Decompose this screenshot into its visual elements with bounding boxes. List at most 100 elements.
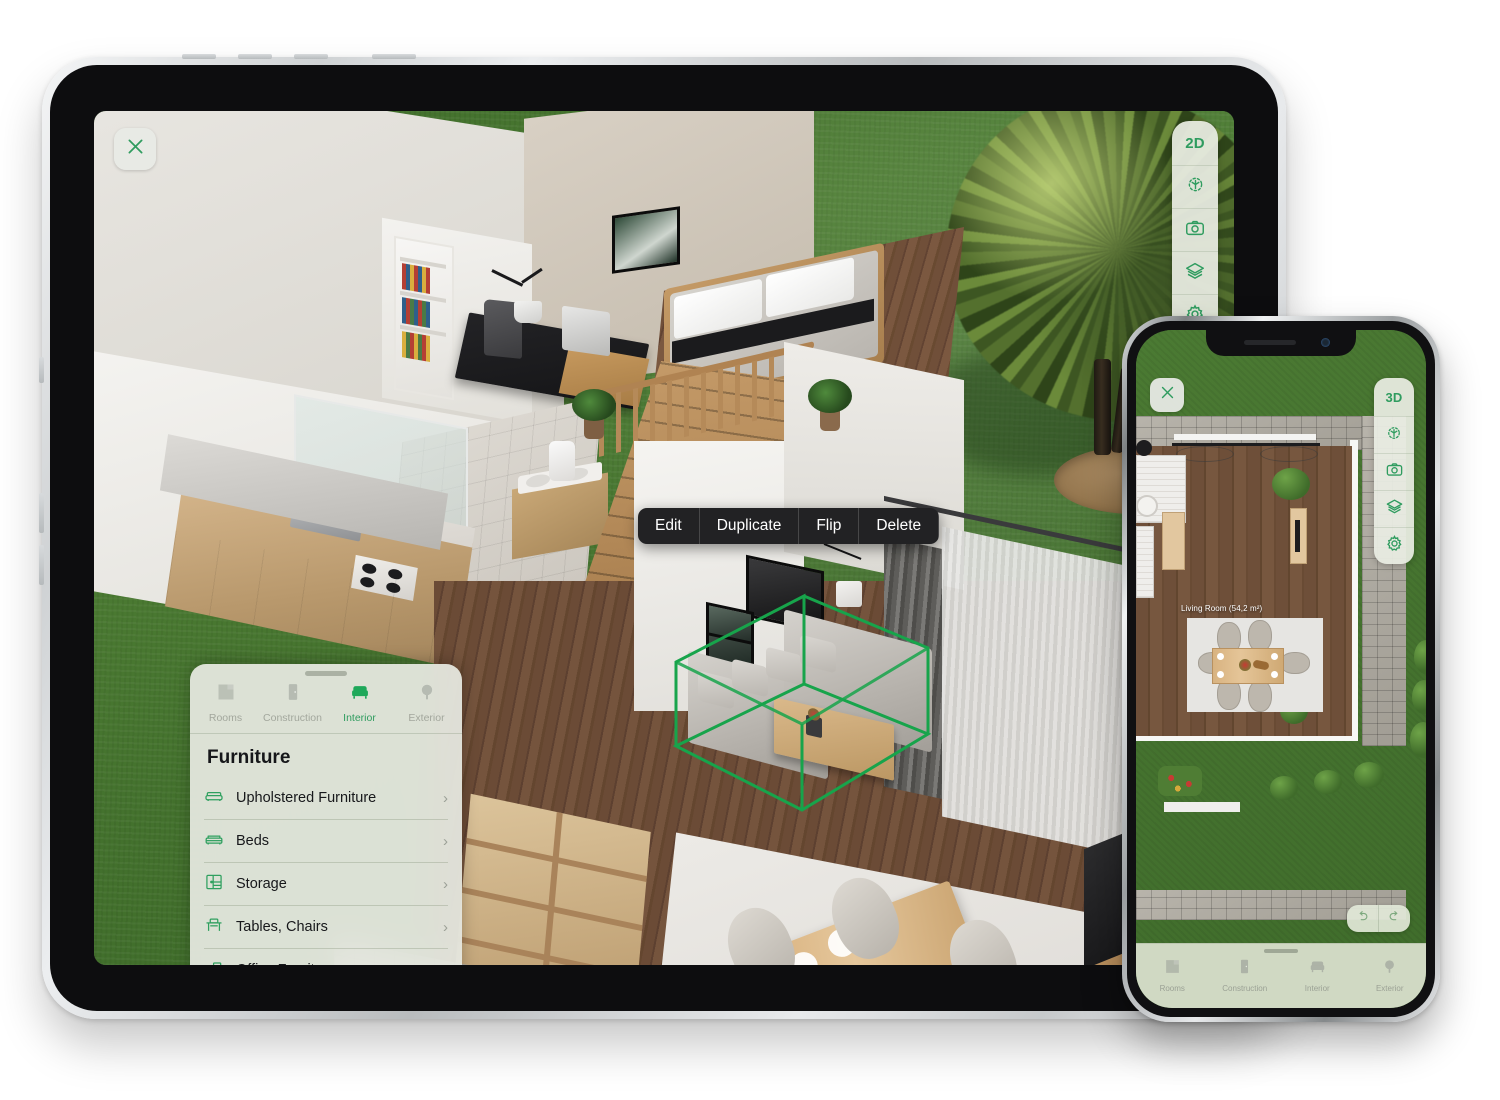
tablet-right-toolbar[interactable]: 2D xyxy=(1172,121,1218,337)
orbit-icon xyxy=(1385,424,1403,447)
context-menu-item-duplicate[interactable]: Duplicate xyxy=(700,508,800,544)
tablet-screen: 2D Edit Duplicate Flip Delete Rooms Cons… xyxy=(94,111,1234,965)
scene-3d-viewport[interactable]: 2D Edit Duplicate Flip Delete Rooms Cons… xyxy=(94,111,1234,965)
potted-plant-stairs[interactable] xyxy=(572,389,616,439)
plan-chair[interactable] xyxy=(1280,652,1310,674)
object-context-menu[interactable]: Edit Duplicate Flip Delete xyxy=(638,508,940,544)
object-library-sheet[interactable]: Rooms Construction Interior Exterior Fur… xyxy=(190,664,462,965)
undo-icon xyxy=(1355,909,1370,929)
view-mode-label: 3D xyxy=(1385,389,1403,405)
plan-circle-fixture xyxy=(1136,495,1158,517)
tool-orbit[interactable] xyxy=(1172,166,1218,209)
sofa-icon xyxy=(204,786,224,811)
chevron-right-icon: › xyxy=(443,789,448,807)
plan-tv[interactable] xyxy=(1295,520,1300,552)
bed-icon xyxy=(204,829,224,854)
redo-button[interactable] xyxy=(1379,905,1410,932)
desk-lamp[interactable] xyxy=(491,267,544,327)
context-menu-item-flip[interactable]: Flip xyxy=(799,508,860,544)
floor-lamp[interactable] xyxy=(822,541,874,607)
plan-plant-top[interactable] xyxy=(1272,468,1310,500)
tool-view-mode-2d[interactable]: 2D xyxy=(1172,121,1218,166)
plan-fan-fixture xyxy=(1136,440,1152,456)
tab-interior[interactable]: Interior xyxy=(326,682,393,724)
tabbar-item-exterior[interactable]: Exterior xyxy=(1354,958,1427,993)
phone-device: Living Room (54,2 m²) 3D Rooms Construct… xyxy=(1122,316,1440,1022)
list-item-label: Storage xyxy=(236,876,287,892)
tab-rooms[interactable]: Rooms xyxy=(192,682,259,724)
tabbar-item-interior[interactable]: Interior xyxy=(1281,958,1354,993)
phone-tabbar[interactable]: Rooms Construction Interior Exterior xyxy=(1136,943,1426,1008)
context-menu-item-edit[interactable]: Edit xyxy=(638,508,700,544)
potted-plant-balcony[interactable] xyxy=(806,379,852,431)
phone-right-toolbar[interactable]: 3D xyxy=(1374,378,1414,564)
list-item-label: Tables, Chairs xyxy=(236,919,328,935)
phone-notch xyxy=(1206,330,1356,356)
bookshelf[interactable] xyxy=(394,235,454,401)
plan-garden-bush xyxy=(1314,770,1342,794)
phone-close-button[interactable] xyxy=(1150,378,1184,412)
plan-window-top xyxy=(1174,434,1316,440)
plan-stairs-lower xyxy=(1136,526,1154,598)
view-mode-label: 2D xyxy=(1185,134,1205,152)
tool-camera[interactable] xyxy=(1374,454,1414,491)
history-controls[interactable] xyxy=(1347,905,1410,932)
table-chair-icon xyxy=(204,915,224,940)
tab-exterior[interactable]: Exterior xyxy=(393,682,460,724)
tab-construction[interactable]: Construction xyxy=(259,682,326,724)
layers-icon xyxy=(1385,497,1404,521)
undo-button[interactable] xyxy=(1347,905,1379,932)
tool-layers[interactable] xyxy=(1172,252,1218,295)
front-camera xyxy=(1321,338,1330,347)
tabbar-item-rooms[interactable]: Rooms xyxy=(1136,958,1209,993)
list-item-label: Office Furniture xyxy=(236,962,431,965)
library-category-tabs[interactable]: Rooms Construction Interior Exterior xyxy=(190,676,462,734)
armchair-icon xyxy=(350,682,370,707)
tablet-volume-up-button xyxy=(39,493,44,533)
earpiece-speaker xyxy=(1244,340,1296,345)
library-item-list[interactable]: Upholstered Furniture › Beds › Storage ›… xyxy=(190,777,462,965)
list-item-beds[interactable]: Beds › xyxy=(204,819,448,862)
tabbar-item-construction[interactable]: Construction xyxy=(1209,958,1282,993)
chevron-right-icon: › xyxy=(443,832,448,850)
plan-chair[interactable] xyxy=(1248,680,1272,712)
list-item-upholstered-furniture[interactable]: Upholstered Furniture › xyxy=(204,777,448,819)
camera-icon xyxy=(1385,460,1404,484)
tablet-top-button xyxy=(182,54,216,59)
chevron-right-icon: › xyxy=(443,875,448,893)
chevron-right-icon: › xyxy=(443,918,448,936)
tool-settings[interactable] xyxy=(1374,528,1414,564)
desk-icon xyxy=(204,958,224,965)
screenshot-stage: 2D Edit Duplicate Flip Delete Rooms Cons… xyxy=(0,0,1500,1100)
close-button[interactable] xyxy=(114,128,156,170)
tool-camera[interactable] xyxy=(1172,209,1218,252)
tablet-bezel: 2D Edit Duplicate Flip Delete Rooms Cons… xyxy=(50,65,1278,1011)
wall-art-bedroom[interactable] xyxy=(612,206,680,274)
tab-label: Rooms xyxy=(208,712,243,724)
list-item-label: Upholstered Furniture xyxy=(236,790,377,806)
list-item-label: Beds xyxy=(236,833,270,849)
rooms-icon xyxy=(216,682,236,707)
plan-dining-table[interactable] xyxy=(1212,648,1284,684)
plan-door-swing xyxy=(1260,446,1318,462)
context-menu-item-delete[interactable]: Delete xyxy=(859,508,940,544)
tablet-volume-down-button xyxy=(39,545,44,585)
plan-flowerbed xyxy=(1158,766,1202,796)
list-item-tables-chairs[interactable]: Tables, Chairs › xyxy=(204,905,448,948)
monitor[interactable] xyxy=(562,305,610,357)
toilet[interactable] xyxy=(549,441,575,481)
list-item-storage[interactable]: Storage › xyxy=(204,862,448,905)
tool-layers[interactable] xyxy=(1374,491,1414,528)
plan-garden-bush xyxy=(1354,762,1384,788)
tool-orbit[interactable] xyxy=(1374,417,1414,454)
close-icon xyxy=(125,136,146,162)
tablet-power-button xyxy=(372,54,416,59)
tablet-top-button xyxy=(238,54,272,59)
plan-2d-viewport[interactable]: Living Room (54,2 m²) 3D Rooms Construct… xyxy=(1136,330,1426,1008)
tool-view-mode-3d[interactable]: 3D xyxy=(1374,378,1414,417)
tab-label: Exterior xyxy=(408,712,445,724)
plan-sideboard-left[interactable] xyxy=(1162,512,1185,570)
list-item-office-furniture[interactable]: Office Furniture › xyxy=(204,948,448,965)
room-label: Living Room (54,2 m²) xyxy=(1181,604,1263,613)
tab-label: Interior xyxy=(343,712,376,724)
